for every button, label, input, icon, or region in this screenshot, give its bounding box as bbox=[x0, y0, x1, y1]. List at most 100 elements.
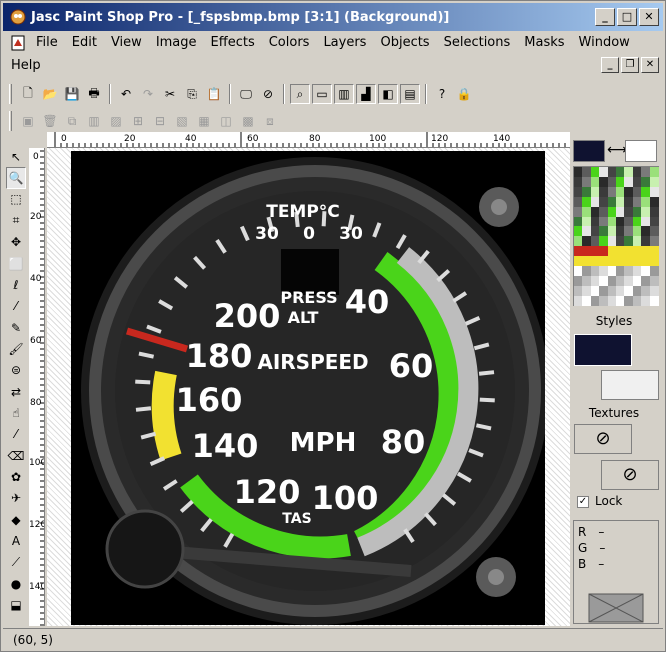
airbrush-tool-icon[interactable]: ✈ bbox=[6, 488, 26, 509]
rgb-key: G bbox=[578, 541, 588, 555]
background-swatch[interactable] bbox=[625, 140, 657, 162]
color-palette-icon[interactable]: ▥ bbox=[334, 84, 354, 104]
texture-bg-swatch[interactable]: ⊘ bbox=[601, 460, 659, 490]
lock-label: Lock bbox=[595, 494, 623, 508]
rgb-value: – bbox=[598, 525, 605, 539]
speed-label: 180 bbox=[186, 337, 253, 375]
menu-layers[interactable]: Layers bbox=[316, 32, 373, 54]
menu-help[interactable]: Help bbox=[3, 55, 48, 77]
ruler-label: 40 bbox=[30, 274, 42, 284]
paste-icon[interactable]: 📋 bbox=[204, 84, 224, 104]
menu-selections[interactable]: Selections bbox=[437, 32, 518, 54]
cursor-coords: (60, 5) bbox=[13, 632, 53, 647]
no-selection-icon[interactable]: ⊘ bbox=[258, 84, 278, 104]
layer-mask-icon[interactable]: ▧ bbox=[172, 111, 192, 131]
minimize-button[interactable]: _ bbox=[595, 8, 615, 26]
overview-icon[interactable]: ▤ bbox=[400, 84, 420, 104]
picture-tube-icon[interactable]: ✿ bbox=[6, 466, 26, 487]
menu-objects[interactable]: Objects bbox=[373, 32, 436, 54]
ruler-label: 20 bbox=[30, 212, 42, 222]
eraser-tool-icon[interactable]: ⌫ bbox=[6, 445, 26, 466]
save-icon[interactable]: 💾 bbox=[62, 84, 82, 104]
tool-options-icon[interactable]: ▭ bbox=[312, 84, 332, 104]
flood-fill-icon[interactable]: ◆ bbox=[6, 509, 26, 530]
full-screen-icon[interactable]: 🖵 bbox=[236, 84, 256, 104]
object-selector-icon[interactable]: ⬓ bbox=[6, 595, 26, 616]
ruler-label: 140 bbox=[29, 582, 45, 592]
color-replacer-icon[interactable]: ⇄ bbox=[6, 381, 26, 402]
layer-arrange-down-icon[interactable]: ⊟ bbox=[150, 111, 170, 131]
layer-group-icon[interactable]: ▦ bbox=[194, 111, 214, 131]
color-palette: ⟷ Styles Textures ⊘ ⊘ ✓ Lock R – G – B – bbox=[571, 132, 665, 626]
layer-duplicate-icon[interactable]: ⧉ bbox=[62, 111, 82, 131]
arrow-tool-icon[interactable]: ↖ bbox=[6, 146, 26, 167]
image-canvas[interactable]: TEMP°C 30 0 30 PRESS ALT AIRSPEED MPH TA… bbox=[71, 151, 545, 625]
print-icon[interactable]: 🖶 bbox=[84, 84, 104, 104]
dropper-tool-icon[interactable]: ✎ bbox=[6, 317, 26, 338]
speed-label: 40 bbox=[345, 283, 390, 321]
layer-palette-icon[interactable]: ◧ bbox=[378, 84, 398, 104]
cut-icon[interactable]: ✂ bbox=[160, 84, 180, 104]
layer-new-icon[interactable]: ▣ bbox=[18, 111, 38, 131]
doc-icon[interactable] bbox=[9, 34, 27, 52]
selection-tool-icon[interactable]: ⬜ bbox=[6, 253, 26, 274]
speed-label: 160 bbox=[176, 381, 243, 419]
color-picker-grid[interactable] bbox=[573, 166, 659, 306]
menu-file[interactable]: File bbox=[29, 32, 65, 54]
style-bg-swatch[interactable] bbox=[601, 370, 659, 400]
open-icon[interactable]: 📂 bbox=[40, 84, 60, 104]
doc-close-button[interactable]: ✕ bbox=[641, 57, 659, 73]
tool-palette: ↖ 🔍 ⬚ ⌗ ✥ ⬜ ℓ ⁄ ✎ 🖌 ⊜ ⇄ ☝ ⁄ ⌫ ✿ ✈ ◆ A ⟋ … bbox=[5, 146, 27, 616]
foreground-swatch[interactable] bbox=[573, 140, 605, 162]
menu-masks[interactable]: Masks bbox=[517, 32, 571, 54]
paintbrush-tool-icon[interactable]: 🖌 bbox=[6, 338, 26, 359]
lasso-tool-icon[interactable]: ℓ bbox=[6, 274, 26, 295]
layer-arrange-up-icon[interactable]: ⊞ bbox=[128, 111, 148, 131]
new-icon[interactable]: 🗋 bbox=[18, 84, 38, 104]
deform-tool-icon[interactable]: ⬚ bbox=[6, 189, 26, 210]
clone-brush-icon[interactable]: ⊜ bbox=[6, 360, 26, 381]
menu-view[interactable]: View bbox=[104, 32, 149, 54]
undo-icon[interactable]: ↶ bbox=[116, 84, 136, 104]
zoom-tool-icon[interactable]: 🔍 bbox=[6, 167, 26, 189]
crop-tool-icon[interactable]: ⌗ bbox=[6, 210, 26, 231]
menu-colors[interactable]: Colors bbox=[262, 32, 317, 54]
speed-label: 60 bbox=[389, 347, 434, 385]
speed-label: 140 bbox=[192, 427, 259, 465]
preset-shapes-icon[interactable]: ● bbox=[6, 573, 26, 594]
ruler-label: 40 bbox=[185, 134, 197, 144]
magic-wand-icon[interactable]: ⁄ bbox=[6, 296, 26, 317]
retouch-tool-icon[interactable]: ☝ bbox=[6, 402, 26, 423]
doc-minimize-button[interactable]: _ bbox=[601, 57, 619, 73]
redo-icon[interactable]: ↷ bbox=[138, 84, 158, 104]
layer-view-icon[interactable]: ◫ bbox=[216, 111, 236, 131]
ruler-label: 120 bbox=[431, 134, 449, 144]
ruler-label: 80 bbox=[309, 134, 321, 144]
menu-edit[interactable]: Edit bbox=[65, 32, 104, 54]
layer-merge-icon[interactable]: ▥ bbox=[84, 111, 104, 131]
texture-fg-swatch[interactable]: ⊘ bbox=[574, 424, 632, 454]
style-fg-swatch[interactable] bbox=[574, 334, 632, 366]
menu-window[interactable]: Window bbox=[572, 32, 637, 54]
layer-properties-icon[interactable]: ▨ bbox=[106, 111, 126, 131]
maximize-button[interactable]: □ bbox=[617, 8, 637, 26]
lock-checkbox[interactable]: ✓ bbox=[577, 496, 589, 508]
menu-effects[interactable]: Effects bbox=[204, 32, 262, 54]
zoom-toggle-icon[interactable]: ⌕ bbox=[290, 84, 310, 104]
scratch-remover-icon[interactable]: ⁄ bbox=[6, 424, 26, 445]
menu-image[interactable]: Image bbox=[149, 32, 204, 54]
text-tool-icon[interactable]: A bbox=[6, 531, 26, 552]
close-button[interactable]: ✕ bbox=[639, 8, 659, 26]
doc-restore-button[interactable]: ❐ bbox=[621, 57, 639, 73]
help-icon[interactable]: ? bbox=[432, 84, 452, 104]
lock-icon[interactable]: 🔒 bbox=[454, 84, 474, 104]
status-bar: (60, 5) bbox=[3, 628, 663, 650]
tas-label: TAS bbox=[282, 511, 311, 527]
draw-tool-icon[interactable]: ⟋ bbox=[6, 552, 26, 573]
mover-tool-icon[interactable]: ✥ bbox=[6, 232, 26, 253]
layer-promote-icon[interactable]: ▩ bbox=[238, 111, 258, 131]
copy-icon[interactable]: ⎘ bbox=[182, 84, 202, 104]
layer-delete-icon[interactable]: 🗑 bbox=[40, 111, 60, 131]
layer-link-icon[interactable]: ⧈ bbox=[260, 111, 280, 131]
histogram-icon[interactable]: ▟ bbox=[356, 84, 376, 104]
